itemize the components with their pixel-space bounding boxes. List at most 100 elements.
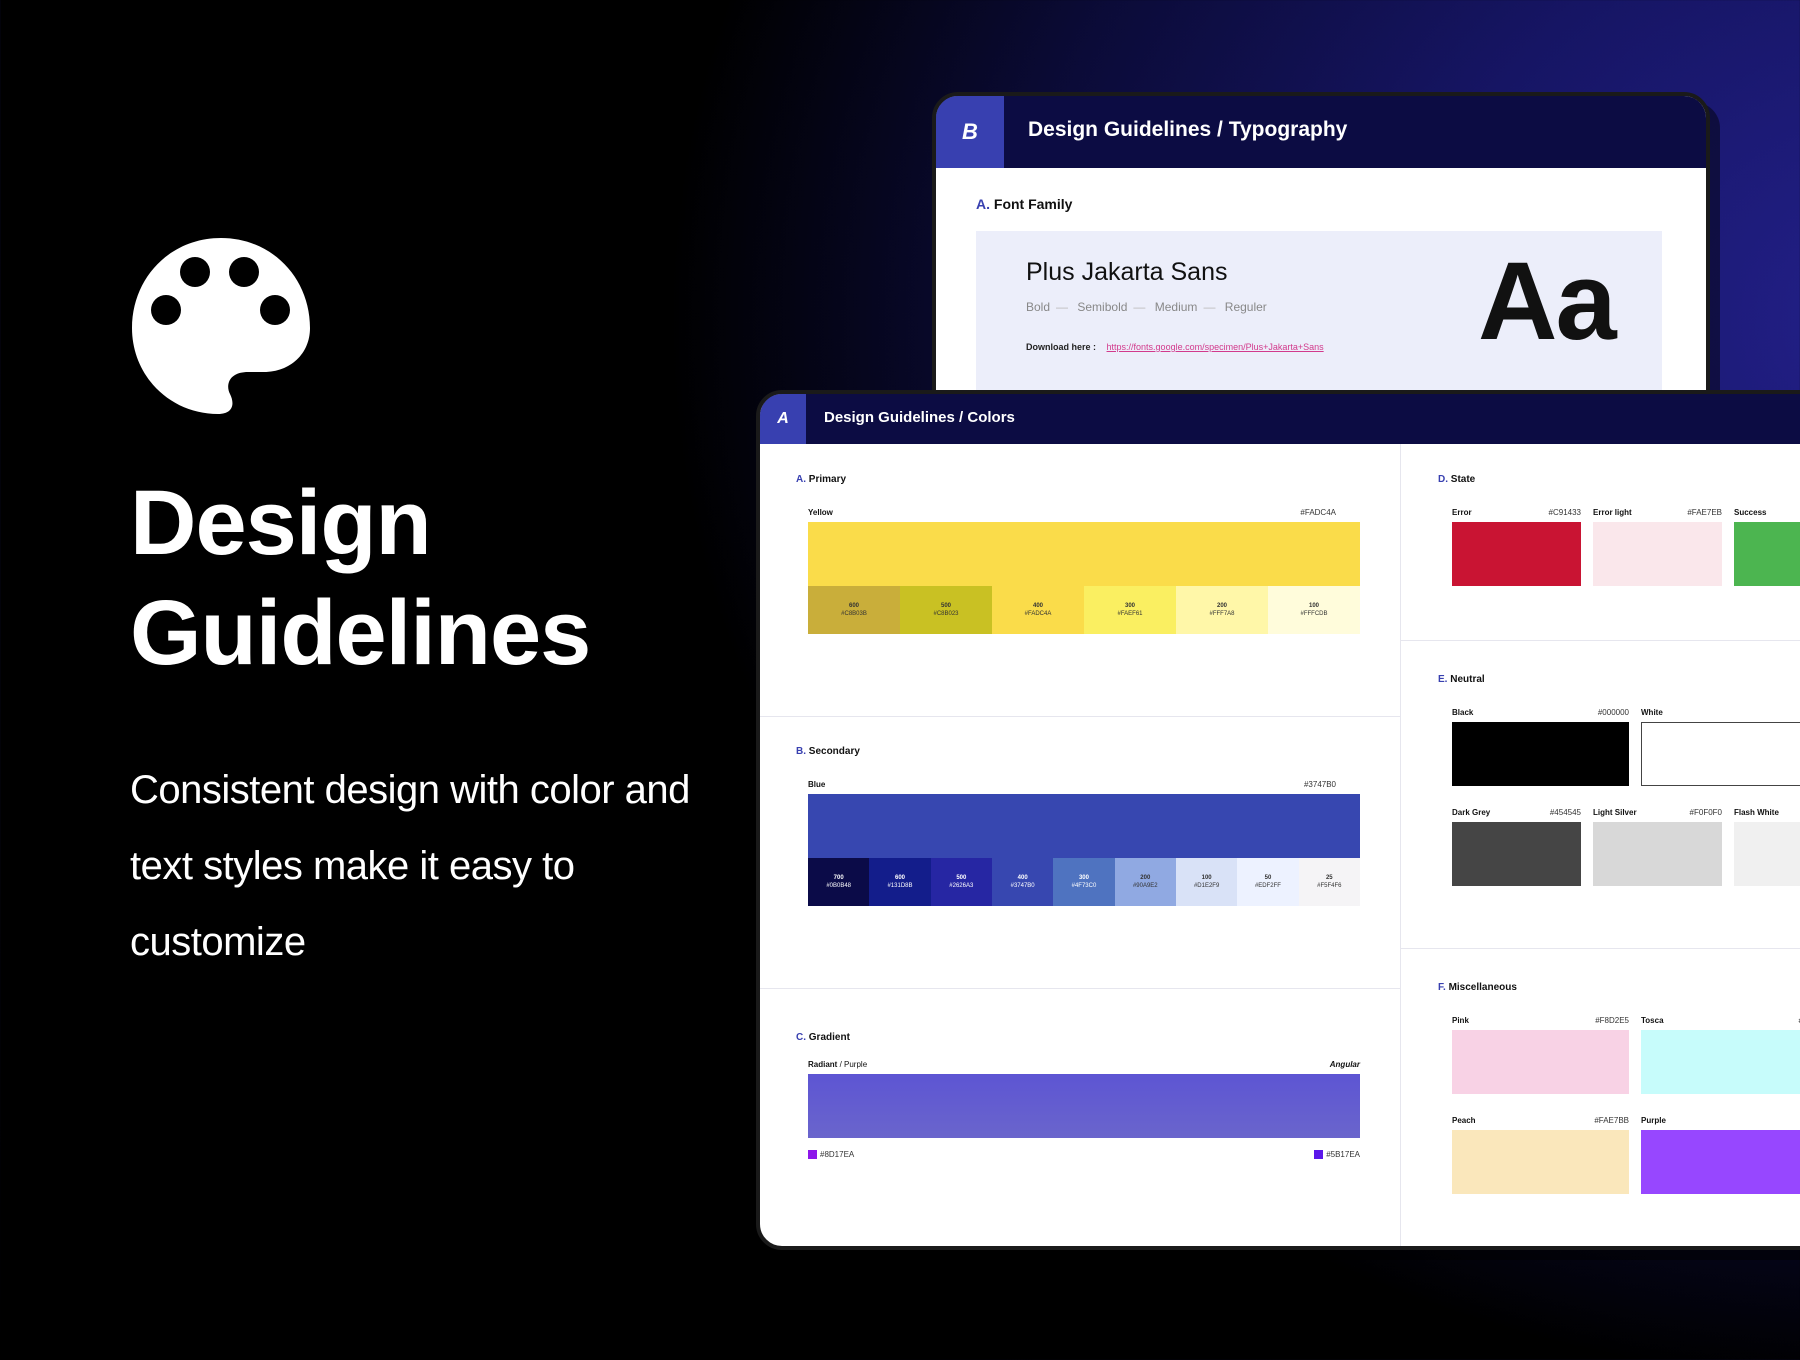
hero-title-line-1: Design [130, 472, 432, 574]
swatch-hex: #454545 [1549, 808, 1581, 817]
swatch-black [1452, 722, 1629, 786]
gradient-end-chip [1314, 1150, 1324, 1160]
typography-card-title: Design Guidelines / Typography [1028, 118, 1348, 141]
colors-card-title: Design Guidelines / Colors [824, 409, 1015, 426]
swatch-hex: #F0F0F0 [1689, 808, 1722, 817]
gradient-start-hex: #8D17EA [820, 1150, 855, 1159]
weight-medium: Medium [1154, 300, 1198, 314]
download-link[interactable]: https://fonts.google.com/specimen/Plus+J… [1107, 342, 1324, 352]
swatch-error-light [1593, 522, 1722, 586]
gradient-label-rest: / Purple [837, 1060, 868, 1069]
shade-300: 300 #FAEF61 [1084, 586, 1176, 634]
divider-state [1401, 640, 1800, 641]
section-letter: E. [1438, 674, 1448, 685]
gradient-start: #8D17EA [808, 1150, 855, 1160]
shade-step: 600 [848, 603, 859, 609]
gradient-label-bold: Radiant [808, 1060, 838, 1069]
shade-600: 600 #C8B03B [808, 586, 900, 634]
shade-500: 500 #2626A3 [930, 858, 992, 906]
primary-swatch-hex: #FADC4A [1300, 508, 1336, 517]
shade-step: 500 [956, 875, 967, 881]
font-name: Plus Jakarta Sans [1026, 258, 1228, 286]
swatch-hex: #97 [1641, 1116, 1800, 1125]
shade-hex: #131D8B [887, 883, 913, 889]
gradient-start-chip [808, 1150, 817, 1160]
shade-400: 400 #FADC4A [992, 586, 1084, 634]
shade-50: 50 #EDF2FF [1237, 858, 1299, 906]
swatch-dark-grey [1452, 822, 1581, 886]
shade-hex: #90A9E2 [1132, 883, 1158, 889]
swatch-purple [1641, 1130, 1800, 1194]
download-label: Download here : [1026, 342, 1097, 352]
gradient-section-label: C. Gradient [796, 1032, 850, 1043]
shade-400: 400 #3747B0 [991, 858, 1054, 906]
section-name: State [1450, 474, 1476, 485]
swatch-light-silver [1593, 822, 1722, 886]
divider-neutral [1401, 948, 1800, 949]
divider-primary [760, 716, 1400, 717]
section-letter: C. [796, 1032, 806, 1043]
shade-hex: #FADC4A [1024, 611, 1052, 617]
section-name: Miscellaneous [1448, 982, 1517, 993]
swatch-hex: #000000 [1597, 708, 1629, 717]
shade-hex: #EDF2FF [1254, 883, 1281, 889]
font-sample-glyphs: Aa [1478, 240, 1617, 363]
shade-step: 300 [1078, 875, 1089, 881]
colors-card-badge: A [760, 394, 806, 444]
palette-icon [132, 238, 310, 414]
shade-step: 300 [1124, 603, 1135, 609]
swatch-error [1452, 522, 1581, 586]
download-row: Download here : https://fonts.google.com… [1026, 342, 1324, 352]
primary-shades: 600 #C8B03B 500 #C8B023 400 #FADC4A 300 #FAEF61… [808, 586, 1360, 634]
gradient-type: Angular [1329, 1060, 1360, 1069]
section-letter: A. [796, 474, 806, 485]
secondary-swatch-hex: #3747B0 [1303, 780, 1336, 789]
section-name: Neutral [1450, 674, 1485, 685]
colors-card: A Design Guidelines / Colors A. Primary … [756, 390, 1800, 1250]
shade-step: 100 [1308, 603, 1319, 609]
shade-300: 300 #4F73C0 [1053, 858, 1115, 906]
state-section-label: D. State [1438, 474, 1475, 485]
shade-100: 100 #FFFCDB [1268, 586, 1360, 634]
shade-600: 600 #131D8B [869, 858, 931, 906]
section-name: Secondary [808, 746, 860, 757]
font-weights: Bold — Semibold — Medium — Reguler [1026, 300, 1267, 314]
swatch-hex: #F8D2E5 [1595, 1016, 1629, 1025]
swatch-peach [1452, 1130, 1629, 1194]
swatch-success [1734, 522, 1800, 586]
gradient-label: Radiant / Purple [808, 1060, 867, 1069]
colors-card-header: A Design Guidelines / Colors [760, 394, 1800, 444]
section-letter: B. [796, 746, 806, 757]
shade-700: 700 #0B0B48 [808, 858, 870, 906]
shade-hex: #C8B03B [841, 611, 867, 617]
swatch-tosca [1641, 1030, 1800, 1094]
hero-description: Consistent design with color and text st… [130, 768, 690, 964]
font-family-section-label: A. Font Family [976, 196, 1072, 212]
secondary-main-swatch [808, 794, 1360, 858]
swatch-white [1641, 722, 1800, 786]
gradient-end: #5B17EA [1248, 1150, 1360, 1160]
shade-step: 500 [940, 603, 951, 609]
hero-title-line-2: Guidelines [130, 582, 591, 684]
secondary-shades: 700 #0B0B48 600 #131D8B 500 #2626A3 400 #3747B0… [808, 858, 1360, 906]
primary-main-swatch [808, 522, 1360, 586]
shade-step: 400 [1032, 603, 1043, 609]
shade-hex: #FFF7A8 [1209, 611, 1235, 617]
shade-step: 700 [833, 875, 844, 881]
divider-secondary [760, 988, 1400, 989]
shade-hex: #C8B023 [933, 611, 959, 617]
shade-step: 25 [1325, 875, 1333, 881]
shade-step: 200 [1216, 603, 1227, 609]
section-letter: D. [1438, 474, 1448, 485]
shade-hex: #2626A3 [949, 883, 974, 889]
swatch-hex: #FAE7BB [1594, 1116, 1629, 1125]
gradient-swatch [808, 1074, 1360, 1138]
shade-200: 200 #FFF7A8 [1176, 586, 1268, 634]
swatch-hex: #C91433 [1548, 508, 1581, 517]
neutral-section-label: E. Neutral [1438, 674, 1485, 685]
shade-200: 200 #90A9E2 [1114, 858, 1176, 906]
shade-25: 25 #F5F4F6 [1298, 858, 1360, 906]
swatch-hex: #C7F [1641, 1016, 1800, 1025]
swatch-flash-white [1734, 822, 1800, 886]
misc-section-label: F. Miscellaneous [1438, 982, 1517, 993]
